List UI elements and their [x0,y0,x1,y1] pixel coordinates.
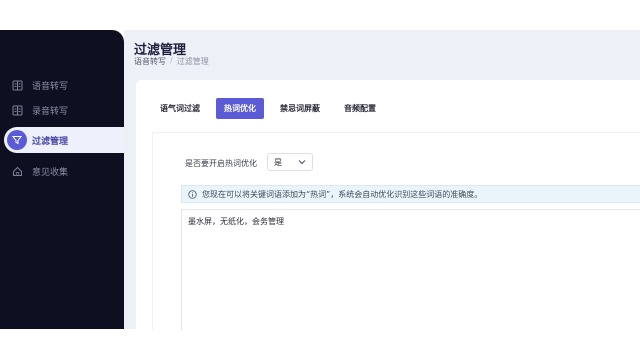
info-text: 您现在可以将关键词语添加为“热词”，系统会自动优化识别这些词语的准确度。 [202,189,483,199]
breadcrumb: 语音转写 / 过滤管理 [134,56,209,67]
sidebar-item-recording-transcription[interactable]: 录音转写 [0,98,124,122]
enable-hotword-select[interactable]: 是 [267,153,313,171]
document-icon [10,78,24,92]
info-alert: 您现在可以将关键词语添加为“热词”，系统会自动优化识别这些词语的准确度。 [181,185,640,203]
breadcrumb-item-speech-transcription[interactable]: 语音转写 [134,56,166,67]
sidebar-item-feedback[interactable]: 意见收集 [0,159,124,183]
sidebar: 语音转写 录音转写 过滤管理 意见收集 [0,30,124,329]
select-value: 是 [274,157,282,167]
enable-hotword-label: 是否要开启热词优化 [185,159,257,168]
sidebar-item-filter-management[interactable]: 过滤管理 [4,127,124,153]
sidebar-item-label: 过滤管理 [32,136,69,147]
home-icon [10,164,24,178]
sidebar-item-label: 录音转写 [32,106,69,117]
breadcrumb-item-current: 过滤管理 [176,57,209,66]
tab-filler-word-filter[interactable]: 语气词过滤 [152,98,208,119]
content-card: 语气词过滤 热词优化 禁忌词屏蔽 音频配置 是否要开启热词优化 是 您现在可以将… [136,80,640,330]
hotword-panel: 是否要开启热词优化 是 您现在可以将关键词语添加为“热词”，系统会自动优化识别这… [152,132,640,330]
tab-bar: 语气词过滤 热词优化 禁忌词屏蔽 音频配置 [152,98,384,119]
sidebar-item-label: 语音转写 [32,81,69,92]
sidebar-item-speech-transcription[interactable]: 语音转写 [0,73,124,97]
hotwords-textarea[interactable]: 墨水屏，无纸化，会务管理 [181,209,640,330]
tab-taboo-word-block[interactable]: 禁忌词屏蔽 [272,98,328,119]
filter-icon [7,130,27,150]
tab-hotword-optimization[interactable]: 热词优化 [216,98,264,119]
sidebar-item-label: 意见收集 [32,167,69,178]
info-icon [188,189,197,199]
breadcrumb-separator: / [170,56,173,65]
main-content: 过滤管理 语音转写 / 过滤管理 语气词过滤 热词优化 禁忌词屏蔽 音频配置 是… [124,30,640,330]
document-icon [10,103,24,117]
chevron-down-icon [298,158,306,167]
tab-audio-config[interactable]: 音频配置 [336,98,384,119]
